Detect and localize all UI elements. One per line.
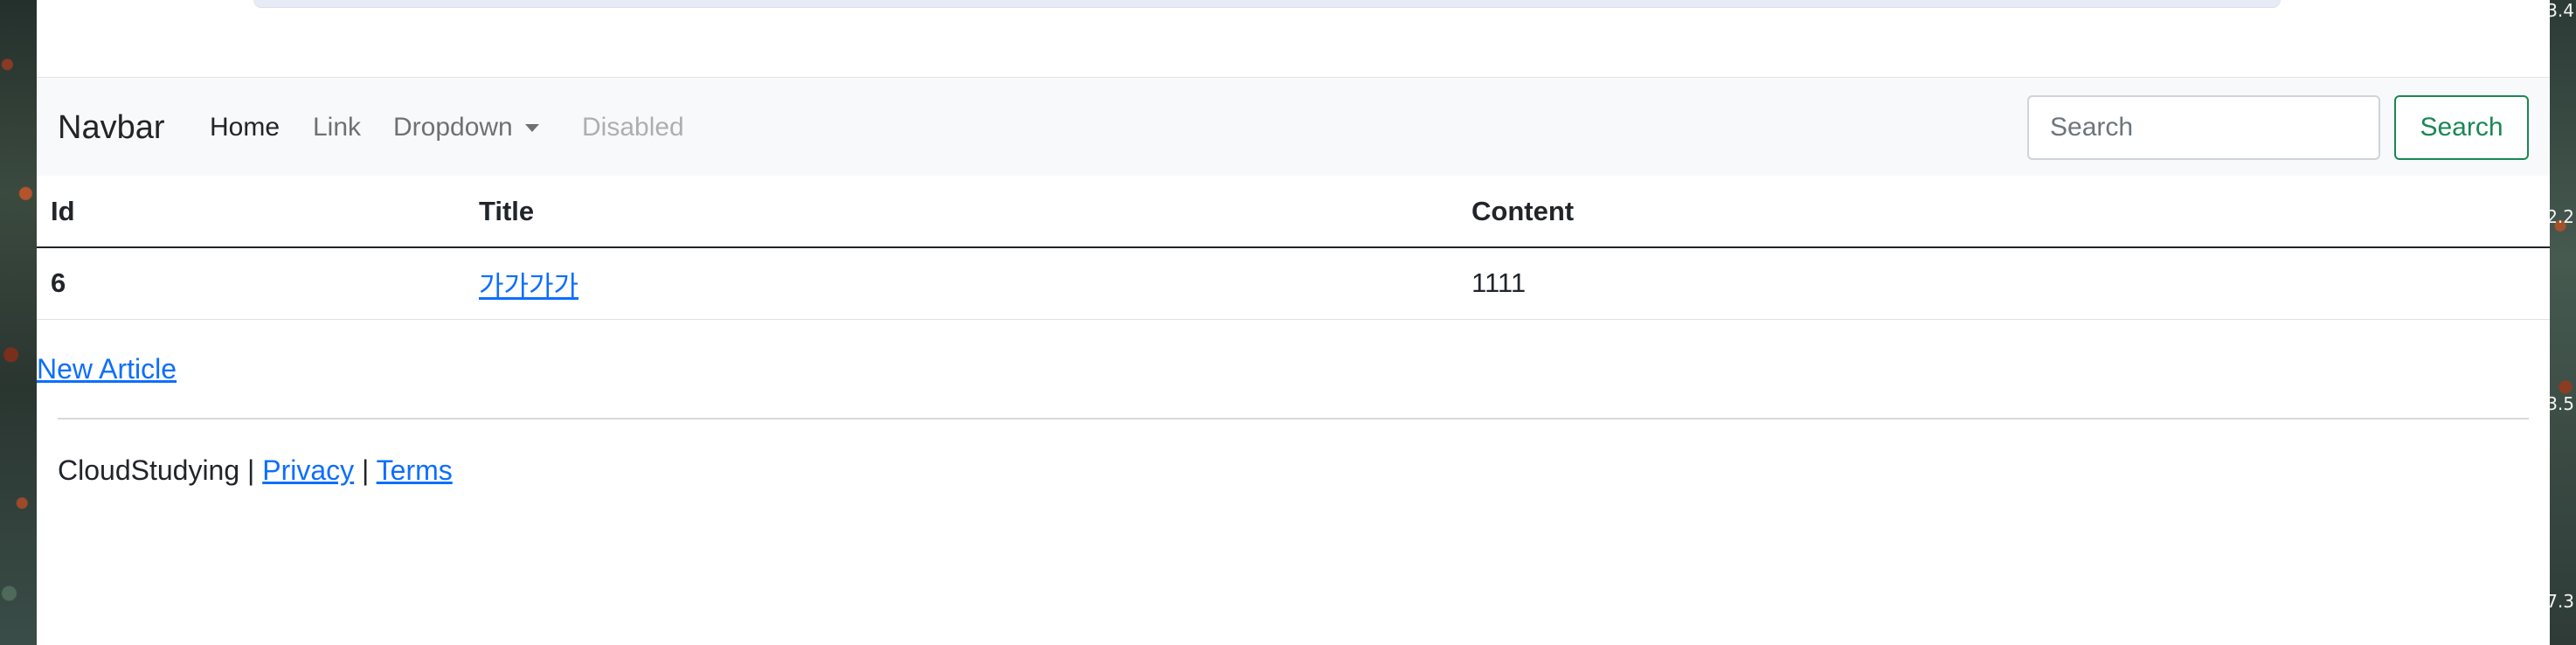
column-header-content: Content	[1458, 176, 2550, 248]
nav-item-home[interactable]: Home	[210, 114, 280, 141]
new-article-link[interactable]: New Article	[37, 353, 177, 385]
footer-separator: |	[247, 454, 255, 486]
nav-item-dropdown[interactable]: Dropdown	[393, 114, 539, 141]
desktop-edge-number: 3.5	[2546, 393, 2574, 414]
browser-page: Navbar Home Link Dropdown Disabled Searc…	[37, 0, 2550, 645]
desktop-wallpaper-right: 3.4 2.2 3.5 27.3	[2535, 0, 2576, 645]
footer: CloudStudying | Privacy | Terms	[58, 454, 453, 487]
navbar-brand[interactable]: Navbar	[58, 111, 165, 144]
desktop-edge-number: 2.2	[2546, 206, 2574, 227]
table-header-row: Id Title Content	[37, 176, 2550, 248]
footer-privacy-link[interactable]: Privacy	[262, 454, 354, 486]
nav-item-disabled: Disabled	[582, 113, 684, 142]
navbar: Navbar Home Link Dropdown Disabled Searc…	[37, 78, 2550, 176]
desktop-edge-number: 3.4	[2546, 0, 2574, 21]
search-button[interactable]: Search	[2394, 95, 2529, 160]
article-content: 1111	[1458, 247, 2550, 320]
nav-dropdown-label: Dropdown	[393, 113, 513, 142]
article-id: 6	[37, 247, 465, 320]
footer-terms-link[interactable]: Terms	[377, 454, 453, 486]
column-header-title: Title	[465, 176, 1458, 248]
article-title-link[interactable]: 가가가가	[479, 271, 578, 302]
footer-divider	[58, 418, 2529, 420]
footer-separator: |	[362, 454, 370, 486]
nav-item-link[interactable]: Link	[313, 114, 361, 141]
desktop-wallpaper-left	[0, 0, 37, 645]
browser-toolbar-edge	[253, 0, 2281, 8]
column-header-id: Id	[37, 176, 465, 248]
article-title-cell: 가가가가	[465, 247, 1458, 320]
search-input[interactable]	[2027, 95, 2380, 160]
chevron-down-icon	[524, 124, 539, 132]
articles-table: Id Title Content 6 가가가가 1111	[37, 176, 2550, 320]
footer-company: CloudStudying	[58, 454, 240, 486]
table-row: 6 가가가가 1111	[37, 247, 2550, 320]
